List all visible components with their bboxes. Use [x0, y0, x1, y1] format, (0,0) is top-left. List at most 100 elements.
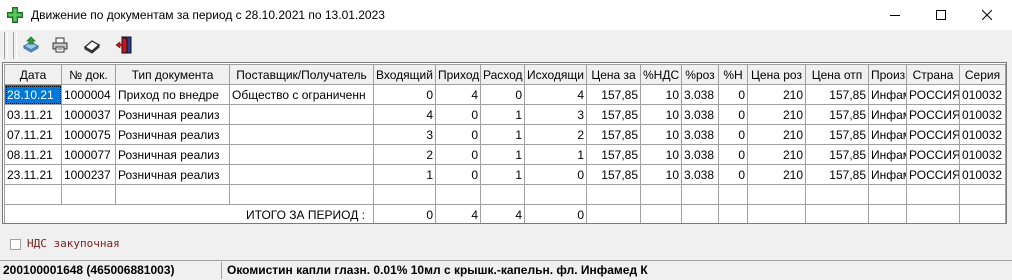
table-cell[interactable]: 157,85	[805, 104, 869, 125]
table-cell[interactable]: 157,85	[586, 144, 641, 165]
table-cell[interactable]: 210	[747, 124, 806, 145]
table-cell[interactable]: 010032	[959, 84, 1006, 105]
table-cell[interactable]: 0	[435, 164, 481, 185]
close-button[interactable]	[964, 0, 1010, 30]
clear-button[interactable]	[79, 32, 105, 58]
table-cell[interactable]: 157,85	[805, 144, 869, 165]
table-cell[interactable]: 0	[718, 164, 748, 185]
column-header[interactable]: Тип документа	[115, 64, 230, 85]
table-cell[interactable]: РОССИЯ	[906, 104, 960, 125]
table-cell[interactable]: 0	[435, 144, 481, 165]
table-cell[interactable]: 210	[747, 84, 806, 105]
table-cell[interactable]: 1	[480, 124, 525, 145]
table-cell[interactable]: 2	[373, 144, 436, 165]
table-cell[interactable]: 23.11.21	[4, 164, 62, 185]
table-cell[interactable]: 3.038	[681, 84, 719, 105]
table-cell[interactable]: 0	[435, 124, 481, 145]
documents-grid[interactable]: Дата № док. Тип документа Поставщик/Получат…	[2, 62, 1007, 224]
table-cell[interactable]	[229, 124, 374, 145]
table-cell[interactable]: Розничная реализ	[115, 124, 230, 145]
table-cell[interactable]: 010032	[959, 124, 1006, 145]
table-cell[interactable]: 210	[747, 104, 806, 125]
exit-button[interactable]	[111, 32, 137, 58]
minimize-button[interactable]	[872, 0, 918, 30]
table-cell[interactable]: 1	[373, 164, 436, 185]
table-cell[interactable]: 1000075	[61, 124, 116, 145]
column-header[interactable]: Серия	[959, 64, 1006, 85]
table-cell[interactable]: Инфам	[868, 84, 907, 105]
column-header[interactable]: Страна	[906, 64, 960, 85]
table-cell[interactable]: Инфам	[868, 104, 907, 125]
table-cell[interactable]: 0	[524, 164, 587, 185]
table-cell[interactable]: Общество с ограниченн	[229, 84, 374, 105]
table-cell[interactable]: 10	[640, 144, 682, 165]
table-cell[interactable]	[229, 144, 374, 165]
table-cell[interactable]: 3.038	[681, 164, 719, 185]
table-cell[interactable]	[229, 104, 374, 125]
nds-checkbox-label[interactable]: НДС закупочная	[27, 237, 120, 250]
table-cell[interactable]: 1	[480, 164, 525, 185]
column-header[interactable]: Исходящи	[524, 64, 587, 85]
table-cell[interactable]: 3	[373, 124, 436, 145]
table-cell[interactable]: РОССИЯ	[906, 84, 960, 105]
column-header[interactable]: Входящий	[373, 64, 436, 85]
table-cell[interactable]: 10	[640, 104, 682, 125]
table-cell[interactable]: РОССИЯ	[906, 164, 960, 185]
column-header[interactable]: Произ	[868, 64, 907, 85]
table-row[interactable]: 23.11.21 1000237 Розничная реализ 1 0 1 0 157,8…	[4, 164, 1006, 185]
table-row[interactable]: 08.11.21 1000077 Розничная реализ 2 0 1 1 157,8…	[4, 144, 1006, 165]
table-cell[interactable]: 28.10.21	[4, 84, 62, 105]
table-cell[interactable]: РОССИЯ	[906, 124, 960, 145]
table-cell[interactable]: Инфам	[868, 124, 907, 145]
table-cell[interactable]: 4	[524, 84, 587, 105]
column-header[interactable]: Поставщик/Получатель	[229, 64, 374, 85]
table-cell[interactable]	[229, 164, 374, 185]
table-row[interactable]: 03.11.21 1000037 Розничная реализ 4 0 1 3 157,8…	[4, 104, 1006, 125]
table-row[interactable]: 28.10.21 1000004 Приход по внедре Общество …	[4, 84, 1006, 105]
column-header[interactable]: Цена роз	[747, 64, 806, 85]
open-button[interactable]	[18, 32, 44, 58]
table-cell[interactable]: 0	[718, 104, 748, 125]
table-cell[interactable]: 3.038	[681, 124, 719, 145]
table-cell[interactable]: Розничная реализ	[115, 164, 230, 185]
table-cell[interactable]: 4	[435, 84, 481, 105]
table-row[interactable]: 07.11.21 1000075 Розничная реализ 3 0 1 2 157,8…	[4, 124, 1006, 145]
table-cell[interactable]: 157,85	[586, 84, 641, 105]
column-header[interactable]: %роз	[681, 64, 719, 85]
table-cell[interactable]: 157,85	[586, 124, 641, 145]
column-header[interactable]: № док.	[61, 64, 116, 85]
maximize-button[interactable]	[918, 0, 964, 30]
table-cell[interactable]: 157,85	[586, 164, 641, 185]
table-cell[interactable]: 157,85	[805, 124, 869, 145]
column-header[interactable]: Расход	[480, 64, 525, 85]
column-header[interactable]: Приход	[435, 64, 481, 85]
toolbar-grip[interactable]	[4, 32, 8, 59]
table-cell[interactable]: 3.038	[681, 104, 719, 125]
table-cell[interactable]: 157,85	[805, 84, 869, 105]
table-cell[interactable]: Приход по внедре	[115, 84, 230, 105]
table-cell[interactable]: 3	[524, 104, 587, 125]
table-cell[interactable]: 1	[480, 144, 525, 165]
column-header[interactable]: Цена за	[586, 64, 641, 85]
table-cell[interactable]: 10	[640, 84, 682, 105]
table-cell[interactable]: 3.038	[681, 144, 719, 165]
table-cell[interactable]: 010032	[959, 144, 1006, 165]
column-header[interactable]: %Н	[718, 64, 748, 85]
table-cell[interactable]: 157,85	[586, 104, 641, 125]
column-header[interactable]: Цена отп	[805, 64, 869, 85]
table-cell[interactable]: 157,85	[805, 164, 869, 185]
table-cell[interactable]: 1	[480, 104, 525, 125]
table-cell[interactable]: 0	[480, 84, 525, 105]
nds-checkbox[interactable]	[10, 239, 21, 250]
table-cell[interactable]: РОССИЯ	[906, 144, 960, 165]
table-cell[interactable]: Розничная реализ	[115, 104, 230, 125]
table-cell[interactable]: 4	[373, 104, 436, 125]
table-cell[interactable]: 10	[640, 164, 682, 185]
table-cell[interactable]: 07.11.21	[4, 124, 62, 145]
table-cell[interactable]: 0	[718, 144, 748, 165]
table-cell[interactable]: Розничная реализ	[115, 144, 230, 165]
table-cell[interactable]: Инфам	[868, 164, 907, 185]
table-cell[interactable]: 1000237	[61, 164, 116, 185]
table-cell[interactable]: 0	[435, 104, 481, 125]
table-cell[interactable]: 0	[373, 84, 436, 105]
